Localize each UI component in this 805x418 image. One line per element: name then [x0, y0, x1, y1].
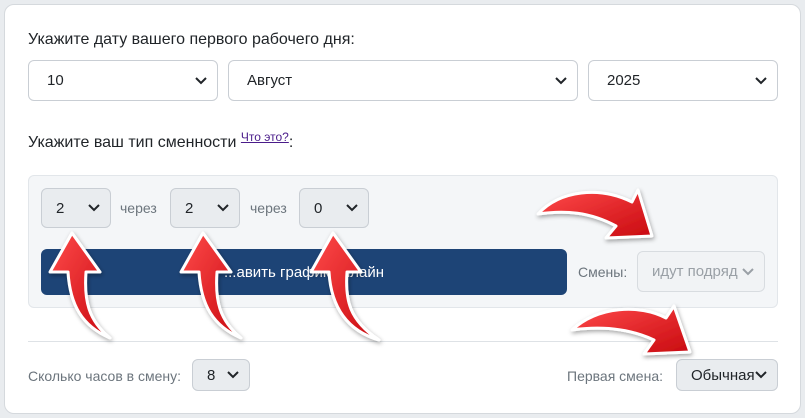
chevron-down-icon: [195, 76, 207, 84]
first-shift-select[interactable]: Обычная: [676, 359, 778, 391]
year-select[interactable]: 2025: [588, 60, 778, 101]
pattern-c-value: 0: [314, 199, 323, 217]
build-schedule-label: ...авить график онлайн: [223, 263, 385, 281]
pattern-a-select[interactable]: 2: [41, 188, 111, 228]
chevron-down-icon: [555, 76, 567, 84]
chevron-down-icon: [346, 204, 358, 212]
first-shift-value: Обычная: [691, 366, 755, 384]
through-label-1: через: [120, 200, 157, 216]
through-label-2: через: [250, 200, 287, 216]
day-value: 10: [47, 72, 64, 89]
hours-value: 8: [207, 366, 216, 384]
hours-label: Сколько часов в смену:: [28, 368, 182, 384]
chevron-down-icon: [742, 267, 754, 275]
shifts-order-select[interactable]: идут подряд: [637, 251, 765, 292]
chevron-down-icon: [227, 371, 239, 379]
chevron-down-icon: [755, 76, 767, 84]
month-value: Август: [247, 72, 293, 89]
pattern-c-select[interactable]: 0: [299, 188, 369, 228]
chevron-down-icon: [217, 204, 229, 212]
pattern-b-select[interactable]: 2: [170, 188, 240, 228]
date-label: Укажите дату вашего первого рабочего дня…: [28, 31, 355, 48]
shift-type-label: Укажите ваш тип сменности Что это?:: [28, 130, 294, 151]
first-shift-label: Первая смена:: [567, 368, 663, 384]
day-select[interactable]: 10: [28, 60, 218, 101]
shifts-order-value: идут подряд: [652, 263, 738, 280]
what-is-this-link[interactable]: Что это?: [241, 130, 289, 144]
chevron-down-icon: [88, 204, 100, 212]
pattern-a-value: 2: [56, 199, 65, 217]
year-value: 2025: [607, 72, 641, 89]
chevron-down-icon: [755, 371, 767, 379]
shifts-label: Смены:: [578, 264, 628, 280]
divider: [28, 341, 778, 342]
build-schedule-button[interactable]: ...авить график онлайн: [41, 249, 567, 295]
month-select[interactable]: Август: [228, 60, 578, 101]
hours-select[interactable]: 8: [192, 359, 250, 391]
pattern-b-value: 2: [185, 199, 194, 217]
